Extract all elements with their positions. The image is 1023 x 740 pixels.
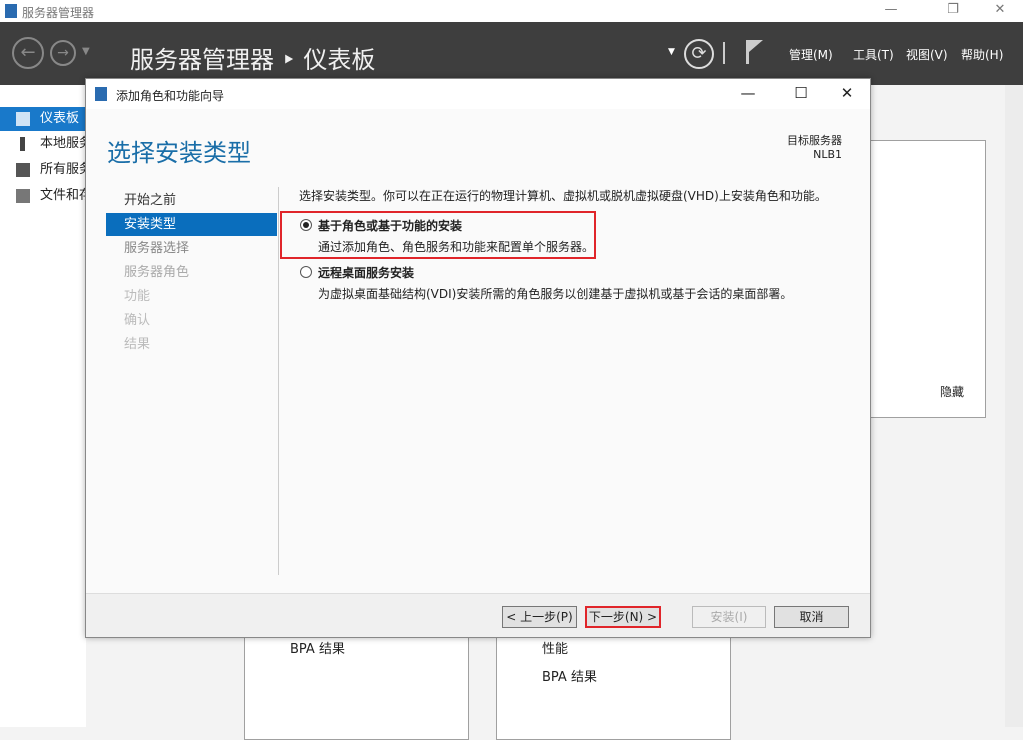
radio-remote-desktop[interactable] — [300, 266, 312, 278]
next-button[interactable]: 下一步(N) > — [585, 606, 661, 628]
sidebar-item-all-servers[interactable]: 所有服务器 — [0, 158, 86, 182]
nav-before-you-begin[interactable]: 开始之前 — [106, 189, 277, 212]
nav-features: 功能 — [106, 285, 277, 308]
nav-confirmation: 确认 — [106, 309, 277, 332]
forward-button[interactable]: → — [50, 40, 76, 66]
app-title-bar: 服务器管理器 — ❐ ✕ — [0, 0, 1023, 22]
dialog-title-bar: 添加角色和功能向导 — ☐ ✕ — [86, 79, 870, 109]
breadcrumb: 服务器管理器 ‣ 仪表板 — [130, 40, 375, 75]
close-button[interactable]: ✕ — [985, 2, 1015, 17]
app-header: ← → ▼ 服务器管理器 ‣ 仪表板 ▼ ⟳ 管理(M) 工具(T) 视图(V)… — [0, 22, 1023, 85]
separator — [723, 42, 725, 64]
tile-item-performance[interactable]: 性能 — [542, 638, 568, 657]
option-label: 远程桌面服务安装 — [300, 264, 792, 281]
minimize-button[interactable]: — — [876, 2, 906, 17]
menu-view[interactable]: 视图(V) — [906, 46, 948, 63]
vertical-scrollbar[interactable] — [1005, 85, 1023, 727]
page-title: 选择安装类型 — [107, 133, 251, 168]
sidebar-item-label: 本地服务器 — [40, 136, 86, 151]
tile-item-bpa[interactable]: BPA 结果 — [542, 666, 597, 685]
intro-text: 选择安装类型。你可以在正在运行的物理计算机、虚拟机或脱机虚拟硬盘(VHD)上安装… — [299, 187, 827, 204]
info-icon — [20, 137, 25, 151]
servers-tile: 性能 BPA 结果 — [496, 620, 731, 740]
highlight-box — [280, 211, 596, 259]
target-server-value: NLB1 — [787, 148, 842, 162]
dialog-maximize-button[interactable]: ☐ — [786, 84, 816, 102]
divider — [278, 187, 279, 575]
nav-installation-type[interactable]: 安装类型 — [106, 213, 277, 236]
nav-server-roles: 服务器角色 — [106, 261, 277, 284]
nav-results: 结果 — [106, 333, 277, 356]
welcome-panel: 隐藏 — [870, 140, 986, 418]
server-manager-icon — [5, 4, 17, 18]
target-server-label: 目标服务器 — [787, 134, 842, 148]
sidebar-item-dashboard[interactable]: 仪表板 — [0, 107, 86, 131]
option-remote-desktop[interactable]: 远程桌面服务安装 为虚拟桌面基础结构(VDI)安装所需的角色服务以创建基于虚拟机… — [300, 264, 792, 302]
restore-button[interactable]: ❐ — [938, 2, 968, 17]
add-roles-wizard-dialog: 添加角色和功能向导 — ☐ ✕ 选择安装类型 目标服务器 NLB1 开始之前 安… — [85, 78, 871, 638]
option-description: 为虚拟桌面基础结构(VDI)安装所需的角色服务以创建基于虚拟机或基于会话的桌面部… — [300, 285, 792, 302]
back-button[interactable]: ← — [12, 37, 44, 69]
storage-icon — [16, 189, 30, 203]
dialog-footer: < 上一步(P) 下一步(N) > 安装(I) 取消 — [86, 593, 870, 637]
hide-link[interactable]: 隐藏 — [940, 383, 964, 400]
dropdown-icon[interactable]: ▼ — [668, 47, 675, 57]
sidebar-item-file-storage[interactable]: 文件和存储服务 — [0, 184, 86, 208]
target-server: 目标服务器 NLB1 — [787, 134, 842, 162]
nav-server-selection[interactable]: 服务器选择 — [106, 237, 277, 260]
wizard-icon — [95, 87, 107, 101]
app-title: 服务器管理器 — [22, 4, 94, 21]
flag-shape — [749, 40, 763, 52]
dialog-title: 添加角色和功能向导 — [116, 87, 224, 104]
dialog-close-button[interactable]: ✕ — [832, 84, 862, 102]
sidebar-item-label: 文件和存储服务 — [40, 188, 86, 203]
sidebar: 仪表板 本地服务器 所有服务器 文件和存储服务 — [0, 85, 86, 727]
refresh-button[interactable]: ⟳ — [684, 39, 714, 69]
install-button: 安装(I) — [692, 606, 766, 628]
menu-manage[interactable]: 管理(M) — [789, 46, 833, 63]
servers-icon — [16, 163, 30, 177]
history-dropdown-icon[interactable]: ▼ — [82, 46, 90, 57]
menu-help[interactable]: 帮助(H) — [961, 46, 1003, 63]
sidebar-item-local-server[interactable]: 本地服务器 — [0, 132, 86, 156]
sidebar-item-label: 所有服务器 — [40, 162, 86, 177]
previous-button[interactable]: < 上一步(P) — [502, 606, 577, 628]
tile-item-bpa[interactable]: BPA 结果 — [290, 638, 345, 657]
dialog-minimize-button[interactable]: — — [733, 84, 763, 102]
roles-tile: BPA 结果 — [244, 620, 469, 740]
dashboard-icon — [16, 112, 30, 126]
cancel-button[interactable]: 取消 — [774, 606, 849, 628]
menu-tools[interactable]: 工具(T) — [853, 46, 894, 63]
sidebar-item-label: 仪表板 — [40, 111, 79, 126]
